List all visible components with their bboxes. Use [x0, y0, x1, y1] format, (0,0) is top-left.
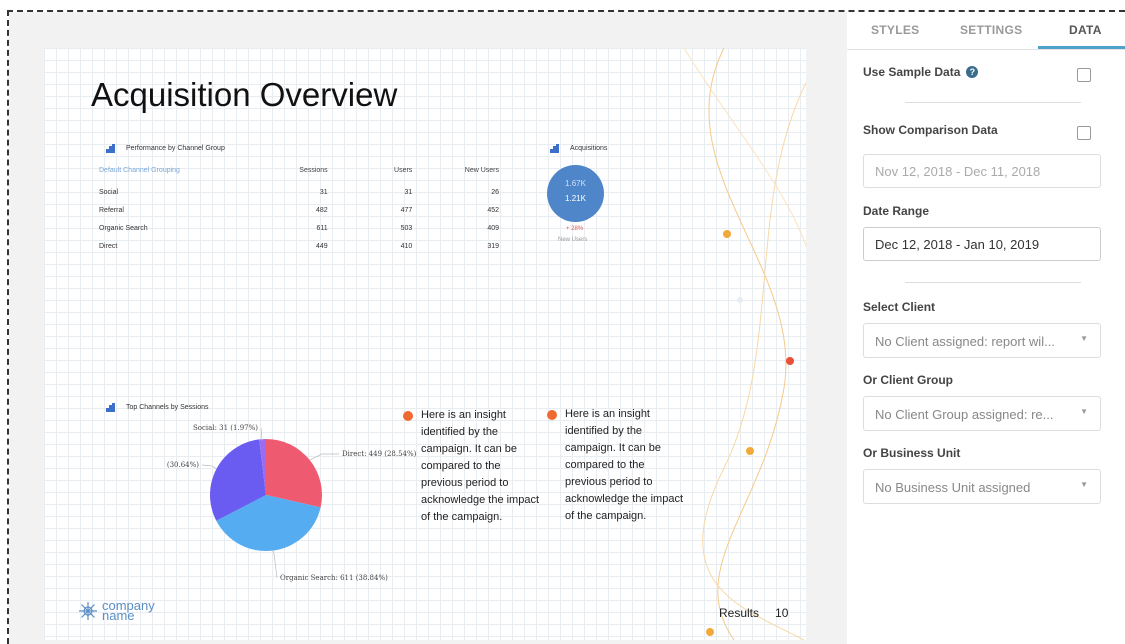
client-group-label: Or Client Group [863, 373, 953, 387]
tab-settings[interactable]: SETTINGS [960, 23, 1022, 37]
bar-chart-icon [106, 403, 116, 412]
table-cell: 477 [400, 207, 413, 214]
bullet-dot-icon [547, 410, 557, 420]
table-cell: Referral [99, 207, 124, 214]
insight-text-box[interactable]: Here is an insight identified by the cam… [547, 406, 685, 525]
report-page[interactable]: Acquisition Overview Performance by Chan… [44, 48, 806, 640]
caret-down-icon: ▼ [1080, 334, 1088, 343]
table-cell: 31 [319, 189, 328, 196]
table-row: Organic Search 611 503 409 [99, 219, 499, 237]
snowflake-logo-icon [79, 602, 97, 620]
results-label: Results [719, 606, 760, 620]
column-header: Sessions [299, 167, 328, 174]
active-tab-indicator [1038, 46, 1125, 49]
table-cell: Organic Search [99, 225, 148, 232]
bar-chart-icon [550, 144, 560, 153]
report-title[interactable]: Acquisition Overview [91, 76, 397, 114]
current-value: 1.21K [565, 194, 586, 203]
tab-styles[interactable]: STYLES [871, 23, 919, 37]
insight-text: Here is an insight identified by the cam… [421, 409, 540, 523]
select-client-value: No Client assigned: report wil... [875, 334, 1055, 349]
divider [905, 102, 1081, 103]
company-logo[interactable]: company name [78, 599, 155, 622]
help-icon[interactable]: ? [966, 66, 979, 78]
table-cell: 26 [491, 189, 499, 196]
pie-label-leader-line [260, 427, 263, 442]
acquisitions-widget-title[interactable]: Acquisitions [550, 144, 607, 153]
table-cell: 449 [316, 243, 328, 250]
column-header: Users [394, 167, 413, 174]
change-percent: + 28% [566, 226, 584, 232]
date-range-label: Date Range [863, 204, 930, 218]
select-client-dropdown[interactable]: No Client assigned: report wil... ▼ [863, 323, 1101, 358]
pie-slice-label: Referral: 482 (30.64%) [164, 461, 199, 469]
table-cell: 503 [400, 225, 413, 232]
properties-panel: STYLES SETTINGS DATA Use Sample Data? Sh… [847, 12, 1125, 644]
comparison-range-field[interactable]: Nov 12, 2018 - Dec 11, 2018 [863, 154, 1101, 188]
column-header: New Users [464, 167, 499, 174]
performance-table[interactable]: Default Channel Grouping Sessions Users … [99, 164, 499, 255]
panel-tabs: STYLES SETTINGS DATA [847, 12, 1125, 50]
table-cell: 482 [316, 207, 328, 214]
performance-title-text: Performance by Channel Group [126, 145, 225, 152]
table-cell: 611 [316, 225, 328, 232]
show-comparison-label: Show Comparison Data [863, 123, 998, 137]
table-cell: 31 [404, 189, 413, 196]
date-range-field[interactable]: Dec 12, 2018 - Jan 10, 2019 [863, 227, 1101, 261]
client-group-dropdown[interactable]: No Client Group assigned: re... ▼ [863, 396, 1101, 431]
table-cell: Direct [99, 243, 118, 250]
use-sample-data-checkbox[interactable] [1077, 68, 1091, 82]
divider [905, 282, 1081, 283]
results-counter: Results 10 [719, 606, 788, 620]
top-channels-widget-title[interactable]: Top Channels by Sessions [106, 403, 209, 412]
select-client-label: Select Client [863, 300, 936, 314]
pie-slice-label: Direct: 449 (28.54%) [342, 450, 417, 458]
previous-value: 1.67K [565, 179, 586, 188]
performance-widget-title[interactable]: Performance by Channel Group [106, 144, 225, 153]
results-value: 10 [775, 606, 789, 620]
use-sample-data-label: Use Sample Data? [863, 65, 979, 79]
insight-text: Here is an insight identified by the cam… [565, 408, 684, 522]
show-comparison-checkbox[interactable] [1077, 126, 1091, 140]
table-header-row: Default Channel Grouping Sessions Users … [99, 164, 499, 183]
acquisitions-circle[interactable]: 1.67K 1.21K [547, 165, 604, 222]
column-header: Default Channel Grouping [99, 167, 180, 174]
pie-slice-label: Social: 31 (1.97%) [193, 424, 258, 432]
caret-down-icon: ▼ [1080, 407, 1088, 416]
table-cell: 319 [487, 243, 499, 250]
decor-dot [737, 297, 743, 303]
business-unit-dropdown[interactable]: No Business Unit assigned ▼ [863, 469, 1101, 504]
bullet-dot-icon [403, 411, 413, 421]
business-unit-value: No Business Unit assigned [875, 480, 1031, 495]
metric-label: New Users [558, 237, 588, 243]
insight-text-box[interactable]: Here is an insight identified by the cam… [403, 407, 541, 526]
table-cell: 409 [487, 225, 499, 232]
tab-data[interactable]: DATA [1069, 23, 1102, 37]
table-cell: 452 [487, 207, 499, 214]
pie-label-leader-line [309, 453, 339, 461]
client-group-value: No Client Group assigned: re... [875, 407, 1054, 422]
table-cell: Social [99, 189, 119, 196]
top-channels-title-text: Top Channels by Sessions [126, 404, 209, 411]
decor-dot [746, 447, 754, 455]
table-row: Social 31 31 26 [99, 183, 499, 201]
decor-dot [706, 628, 714, 636]
decor-dot [786, 357, 794, 365]
pie-slice-label: Organic Search: 611 (38.84%) [280, 574, 388, 582]
bar-chart-icon [106, 144, 116, 153]
business-unit-label: Or Business Unit [863, 446, 961, 460]
table-row: Referral 482 477 452 [99, 201, 499, 219]
table-row: Direct 449 410 319 [99, 237, 499, 255]
acquisitions-title-text: Acquisitions [570, 145, 608, 152]
pie-label-leader-line [272, 550, 278, 579]
decor-dot [723, 230, 731, 238]
table-cell: 410 [400, 243, 413, 250]
caret-down-icon: ▼ [1080, 480, 1088, 489]
pie-label-leader-line [201, 464, 217, 470]
